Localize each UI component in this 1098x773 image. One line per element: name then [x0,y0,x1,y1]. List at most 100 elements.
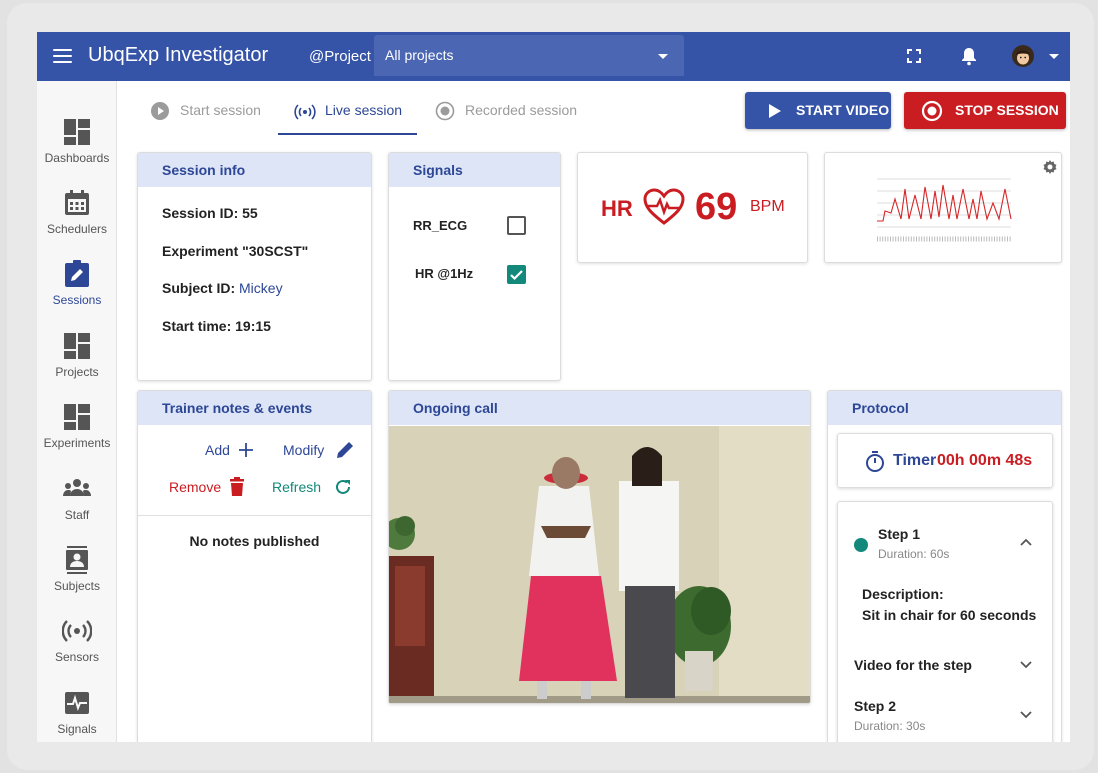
signal-rr-ecg-label: RR_ECG [413,218,468,233]
broadcast-icon [294,104,316,120]
play-circle-icon [151,102,169,120]
signals-card: Signals RR_ECG HR @1Hz [388,152,561,381]
card-title: Trainer notes & events [162,400,313,416]
signal-rr-ecg-checkbox[interactable] [507,216,526,235]
nav-item-sessions[interactable]: Sessions [37,259,117,323]
nav-item-experiments[interactable]: Experiments [37,402,117,466]
edit-clipboard-icon [65,260,89,287]
trash-icon [230,477,244,496]
step-description-label: Description: [862,586,944,602]
play-icon [769,104,781,118]
nav-item-signals[interactable]: Signals [37,688,117,742]
card-header: Protocol [828,391,1061,425]
tab-label: Live session [325,102,403,118]
tab-label: Start session [180,102,261,118]
nav-item-schedulers[interactable]: Schedulers [37,188,117,252]
signal-hr-label: HR @1Hz [415,266,474,281]
nav-label: Subjects [53,579,101,593]
session-info-card: Session info Session ID: 55 Experiment "… [137,152,372,381]
tab-start-session[interactable]: Start session [150,92,280,135]
people-icon [63,479,91,496]
signal-preview-card [824,152,1062,263]
card-header: Ongoing call [389,391,810,425]
card-header: Trainer notes & events [138,391,371,425]
card-title: Session info [162,162,246,178]
pencil-icon [337,442,353,458]
nav-label: Experiments [43,436,111,450]
video-frame-image [389,426,810,703]
step-video-label: Video for the step [854,657,972,673]
nav-label: Sensors [54,650,100,664]
timer-value: 00h 00m 48s [937,452,1033,469]
side-navigation: Dashboards Schedulers Sessions Projects … [37,81,117,742]
record-stop-icon [921,100,943,122]
add-note-button[interactable]: Add [205,442,253,458]
video-feed[interactable] [389,426,810,703]
checkmark-icon [510,270,523,281]
tab-live-session[interactable]: Live session [278,92,417,135]
dashboard-icon [64,404,90,430]
menu-icon[interactable] [53,49,72,64]
nav-item-dashboards[interactable]: Dashboards [37,117,117,181]
step-1-title: Step 1 [878,526,921,542]
add-note-label: Add [205,442,230,458]
subject-id-link[interactable]: Mickey [239,280,283,296]
refresh-notes-label: Refresh [272,479,322,495]
step-2-title: Step 2 [854,698,897,714]
broadcast-icon [62,620,92,642]
chevron-down-icon [658,54,668,59]
fullscreen-icon[interactable] [903,45,925,67]
signal-sparkline [877,178,1012,242]
nav-label: Projects [55,365,99,379]
card-title: Ongoing call [413,400,498,416]
project-select-value: All projects [385,47,454,63]
nav-item-projects[interactable]: Projects [37,331,117,395]
contact-card-icon [66,546,88,574]
signal-hr-checkbox[interactable] [507,265,526,284]
stop-session-button[interactable]: STOP SESSION [904,92,1066,129]
experiment-name: Experiment "30SCST" [162,243,309,259]
modify-note-button[interactable]: Modify [283,442,353,458]
card-title: Protocol [852,400,909,416]
divider [138,515,371,516]
stopwatch-icon [866,451,884,472]
chevron-down-icon[interactable] [1019,710,1033,720]
step-active-indicator [854,538,868,552]
avatar-menu-chevron-icon[interactable] [1049,54,1059,59]
heart-rate-card: HR 69 BPM [577,152,808,263]
subject-id-label: Subject ID: [162,280,236,296]
project-select[interactable]: All projects [374,35,684,76]
nav-item-staff[interactable]: Staff [37,474,117,538]
modify-note-label: Modify [283,442,325,458]
subject-id: Subject ID: Mickey [162,280,283,296]
remove-note-label: Remove [169,479,222,495]
app-title: UbqExp Investigator [88,44,269,66]
notification-bell-icon[interactable] [958,45,980,67]
nav-label: Staff [64,508,90,522]
trainer-notes-card: Trainer notes & events Add Modify Remove… [137,390,372,742]
avatar[interactable] [1011,44,1035,68]
dashboard-icon [64,119,90,145]
tab-recorded-session[interactable]: Recorded session [435,92,595,135]
remove-note-button[interactable]: Remove [169,477,244,496]
record-icon [435,101,455,121]
step-2-duration: Duration: 30s [854,719,926,733]
nav-item-subjects[interactable]: Subjects [37,545,117,609]
nav-item-sensors[interactable]: Sensors [37,616,117,680]
stop-session-label: STOP SESSION [955,102,1059,118]
plus-icon [239,443,253,457]
gear-icon[interactable] [1042,159,1058,175]
chevron-up-icon[interactable] [1019,537,1033,547]
refresh-notes-button[interactable]: Refresh [272,479,350,495]
tab-label: Recorded session [465,102,578,118]
card-header: Signals [389,153,560,187]
nav-label: Schedulers [46,222,108,236]
start-video-button[interactable]: START VIDEO [745,92,891,129]
timer-label: Timer [893,452,937,469]
step-1-duration: Duration: 60s [878,547,950,561]
app-window: UbqExp Investigator @Project All project… [37,32,1070,742]
card-title: Signals [413,162,463,178]
project-label: @Project [309,48,371,65]
chevron-down-icon[interactable] [1019,660,1033,670]
protocol-card: Protocol Timer 00h 00m 48s Step 1 Durati… [827,390,1062,742]
